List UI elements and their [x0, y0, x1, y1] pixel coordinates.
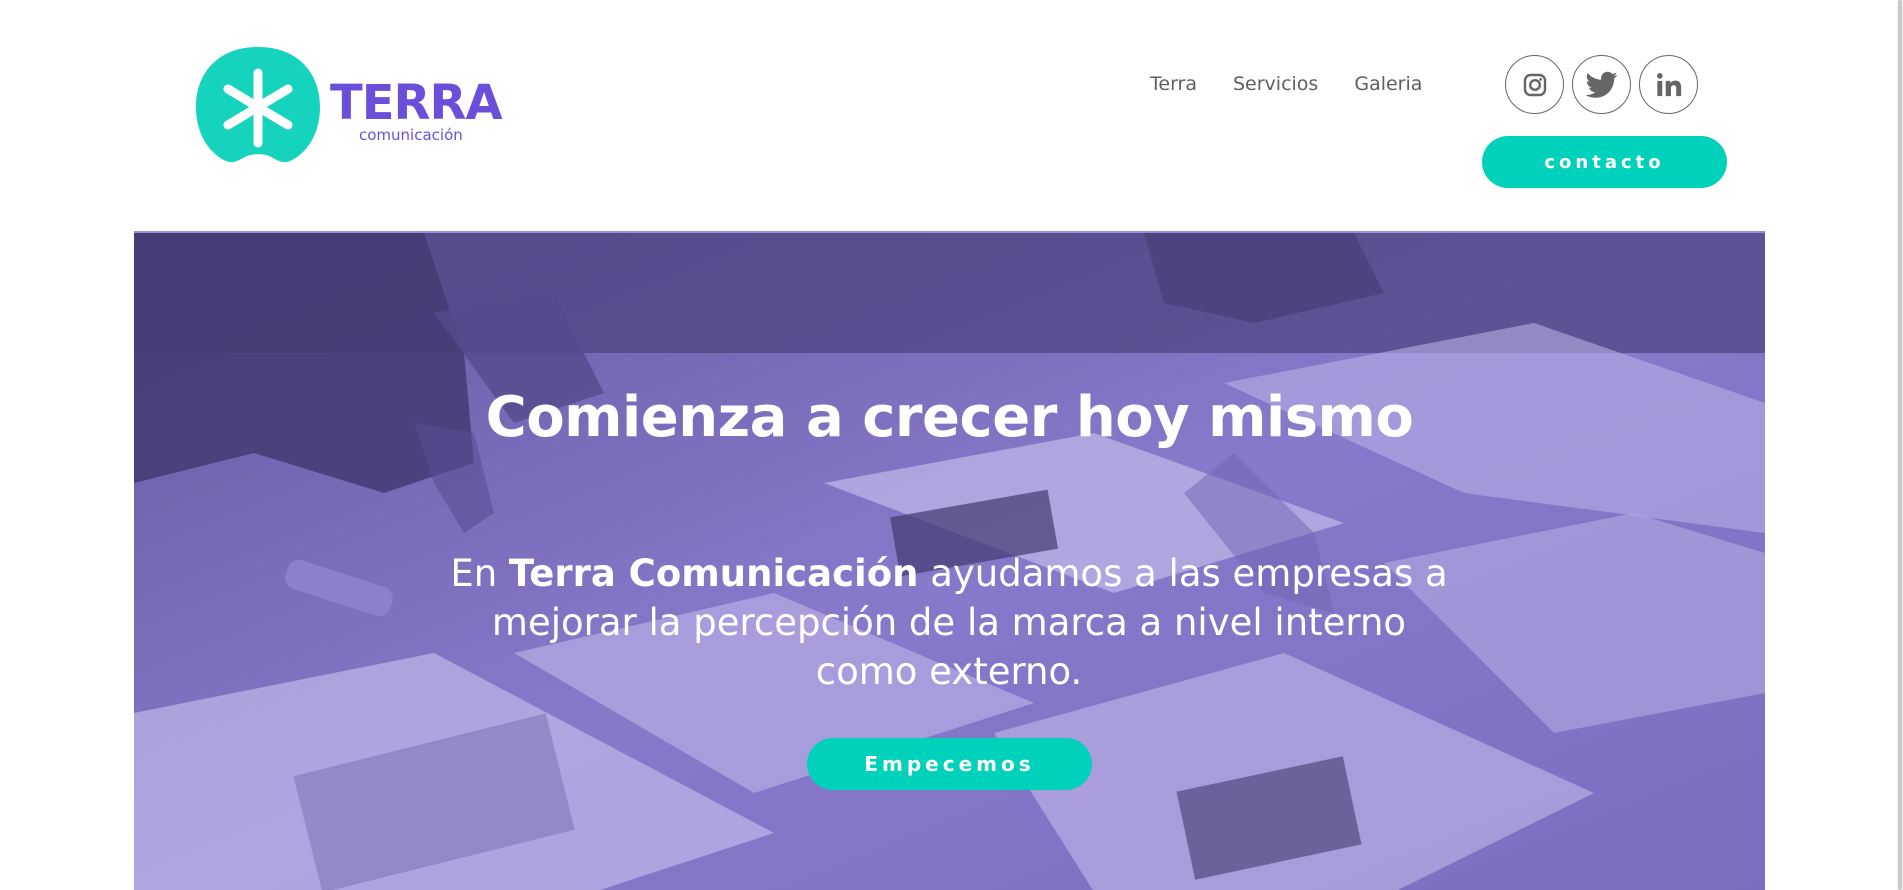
main-nav: Terra Servicios Galeria — [1150, 72, 1422, 96]
nav-item-servicios[interactable]: Servicios — [1233, 72, 1318, 96]
logo-tagline: comunicación — [359, 126, 463, 144]
linkedin-icon — [1656, 72, 1681, 96]
nav-item-terra[interactable]: Terra — [1150, 72, 1197, 96]
hero-banner: Comienza a crecer hoy mismo En Terra Com… — [134, 231, 1765, 890]
contact-button[interactable]: contacto — [1482, 136, 1727, 188]
twitter-icon — [1585, 71, 1617, 98]
logo-mark-icon — [196, 47, 320, 163]
social-links — [1505, 55, 1698, 114]
hero-description: En Terra Comunicación ayudamos a las emp… — [449, 549, 1449, 696]
linkedin-button[interactable] — [1639, 55, 1698, 114]
hero-text-intro: En — [450, 552, 509, 595]
twitter-button[interactable] — [1572, 55, 1631, 114]
logo[interactable]: TERRA comunicación — [194, 43, 514, 169]
scrollbar-thumb[interactable] — [1898, 0, 1902, 890]
instagram-button[interactable] — [1505, 55, 1564, 114]
hero-text-brand: Terra Comunicación — [508, 552, 919, 595]
logo-wordmark: TERRA — [330, 75, 503, 131]
nav-item-galeria[interactable]: Galeria — [1354, 72, 1422, 96]
start-button[interactable]: Empecemos — [807, 738, 1092, 790]
hero-title: Comienza a crecer hoy mismo — [485, 385, 1414, 450]
instagram-icon — [1523, 73, 1546, 96]
page-scrollbar[interactable] — [1897, 0, 1903, 890]
